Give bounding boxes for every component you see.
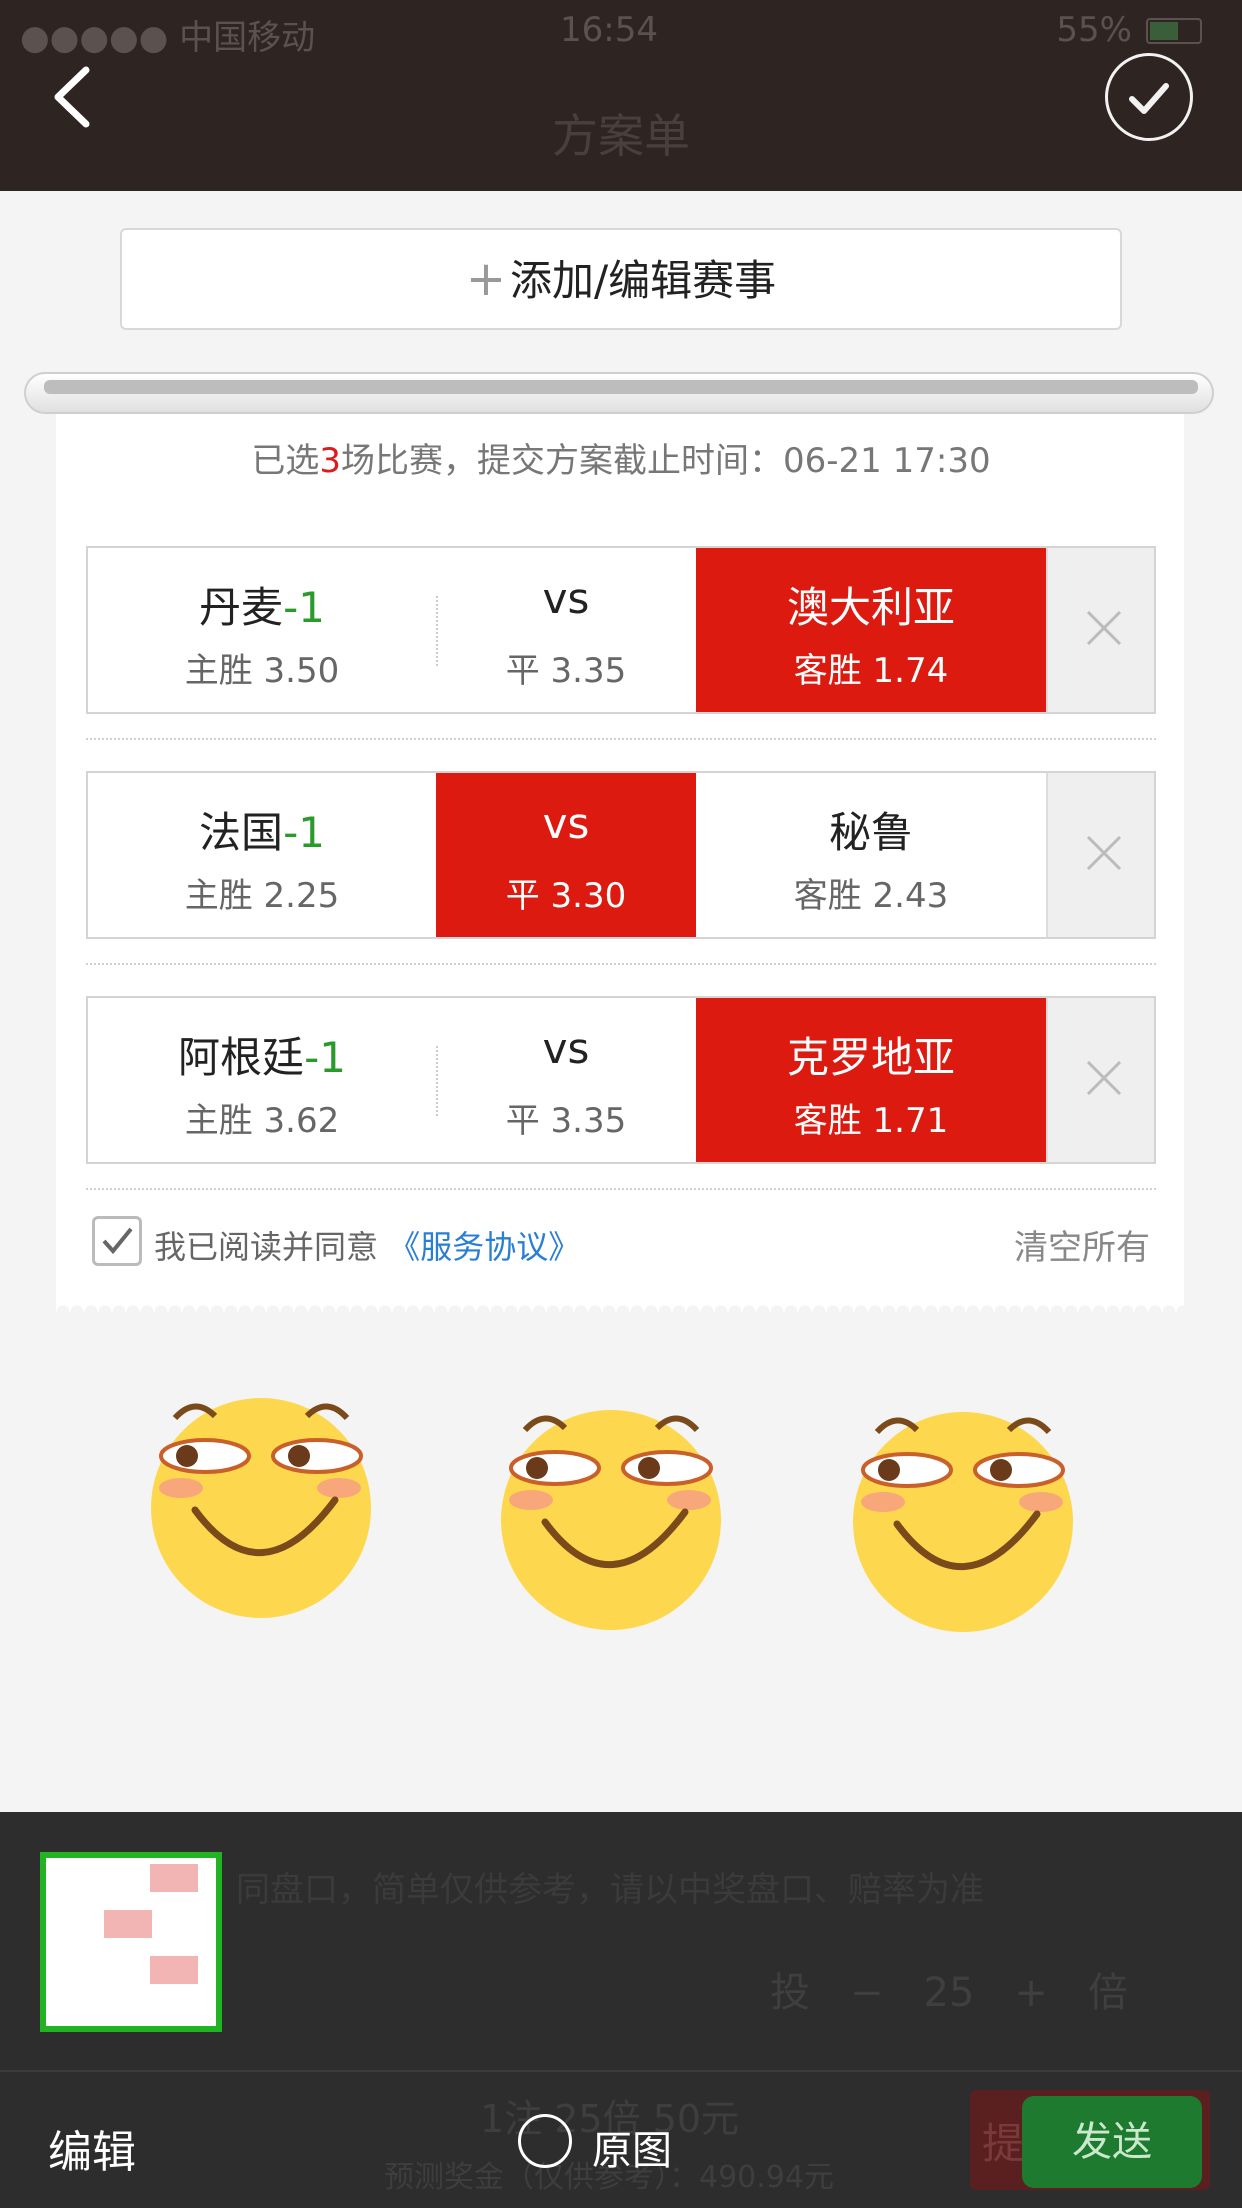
multiplier-value: 25 — [923, 1970, 975, 2016]
thumb-row — [54, 1956, 208, 1990]
draw-odds: 平 3.35 — [505, 1101, 627, 1141]
away-odds: 客胜 2.43 — [793, 876, 949, 916]
away-odds: 客胜 1.71 — [793, 1101, 949, 1141]
selected-image-thumbnail[interactable] — [40, 1852, 222, 2032]
add-edit-match-label: 添加/编辑赛事 — [510, 256, 777, 305]
top-bar: ●●●●● 中国移动 16:54 55% 方案单 — [0, 0, 1242, 191]
vs-label: vs — [542, 799, 590, 848]
stepper-prefix: 投 — [770, 1970, 810, 2016]
ticket-roller-slot — [44, 380, 1198, 394]
plus-icon: + — [1014, 1970, 1048, 2016]
original-image-label[interactable]: 原图 — [592, 2118, 672, 2176]
close-icon — [1086, 610, 1122, 646]
handicap: -1 — [283, 583, 325, 632]
draw-odds: 平 3.30 — [505, 876, 627, 916]
remove-match-button[interactable] — [1046, 773, 1154, 937]
remove-match-button[interactable] — [1046, 548, 1154, 712]
away-odds: 客胜 1.74 — [793, 651, 949, 691]
draw-option[interactable]: vs 平 3.35 — [436, 548, 696, 712]
battery-icon — [1146, 18, 1202, 44]
smirk-emoji-icon — [151, 1398, 371, 1618]
chevron-left-icon — [54, 66, 90, 128]
dimmed-submit-label: 提 — [982, 2119, 1025, 2168]
close-icon — [1086, 835, 1122, 871]
edit-button[interactable]: 编辑 — [48, 2116, 136, 2180]
back-button[interactable] — [46, 62, 106, 132]
close-icon — [1086, 1060, 1122, 1096]
plus-icon: + — [465, 251, 507, 307]
summary-prefix: 已选 — [251, 441, 320, 481]
row-separator — [86, 738, 1156, 740]
agreement-text: 我已阅读并同意 《服务协议》 — [154, 1222, 580, 1268]
status-time: 16:54 — [560, 10, 658, 50]
home-win-option[interactable]: 丹麦-1 主胜 3.50 — [88, 548, 436, 712]
minus-icon: − — [850, 1970, 884, 2016]
match-row: 法国-1 主胜 2.25 vs 平 3.30 秘鲁 客胜 2.43 — [86, 771, 1156, 939]
smirk-emoji-icon — [853, 1412, 1073, 1632]
away-team: 澳大利亚 — [786, 583, 955, 632]
home-team: 法国 — [199, 808, 284, 857]
away-win-option[interactable]: 秘鲁 客胜 2.43 — [696, 773, 1046, 937]
confirm-button[interactable] — [1105, 53, 1193, 141]
home-win-option[interactable]: 阿根廷-1 主胜 3.62 — [88, 998, 436, 1162]
draw-option[interactable]: vs 平 3.30 — [436, 773, 696, 937]
away-win-option[interactable]: 克罗地亚 客胜 1.71 — [696, 998, 1046, 1162]
home-team: 阿根廷 — [178, 1033, 305, 1082]
home-team: 丹麦 — [199, 583, 284, 632]
home-win-option[interactable]: 法国-1 主胜 2.25 — [88, 773, 436, 937]
send-button[interactable]: 发送 — [1022, 2096, 1202, 2188]
carrier-label: ●●●●● 中国移动 — [20, 18, 316, 58]
add-edit-match-button[interactable]: +添加/编辑赛事 — [120, 228, 1122, 330]
stepper-suffix: 倍 — [1087, 1970, 1128, 2016]
battery-percent: 55% — [1056, 10, 1132, 50]
vs-label: vs — [542, 1024, 590, 1073]
match-row: 阿根廷-1 主胜 3.62 vs 平 3.35 克罗地亚 客胜 1.71 — [86, 996, 1156, 1164]
check-icon — [1129, 83, 1169, 114]
match-row: 丹麦-1 主胜 3.50 vs 平 3.35 澳大利亚 客胜 1.74 — [86, 546, 1156, 714]
status-bar: ●●●●● 中国移动 16:54 55% — [0, 0, 1242, 60]
thumb-row — [54, 1864, 208, 1898]
check-icon — [102, 1227, 133, 1255]
agreement-label: 我已阅读并同意 — [154, 1228, 379, 1266]
handicap: -1 — [304, 1033, 346, 1082]
away-team: 克罗地亚 — [786, 1033, 955, 1082]
away-team: 秘鲁 — [828, 808, 913, 857]
ticket-zigzag-edge — [56, 1298, 1184, 1312]
thumb-row — [54, 1910, 208, 1944]
service-agreement-link[interactable]: 《服务协议》 — [388, 1228, 580, 1266]
home-odds: 主胜 3.62 — [184, 1101, 340, 1141]
row-separator — [86, 1188, 1156, 1190]
original-image-radio[interactable] — [518, 2114, 572, 2168]
home-odds: 主胜 3.50 — [184, 651, 340, 691]
clear-all-button[interactable]: 清空所有 — [1014, 1220, 1150, 1269]
agreement-checkbox[interactable] — [92, 1216, 142, 1266]
home-odds: 主胜 2.25 — [184, 876, 340, 916]
remove-match-button[interactable] — [1046, 998, 1154, 1162]
draw-option[interactable]: vs 平 3.35 — [436, 998, 696, 1162]
page-title: 方案单 — [552, 109, 690, 163]
vs-label: vs — [542, 574, 590, 623]
draw-odds: 平 3.35 — [505, 651, 627, 691]
handicap: -1 — [283, 808, 325, 857]
panel-divider — [0, 2070, 1242, 2072]
dimmed-note: 同盘口，简单仅供参考，请以中奖盘口、赔率为准 — [236, 1870, 984, 1910]
summary-suffix: 场比赛，提交方案截止时间：06-21 17:30 — [341, 441, 991, 481]
summary-count: 3 — [319, 441, 342, 481]
dimmed-multiplier-stepper: 投 −25 + 倍 — [770, 1960, 1168, 2018]
selection-summary: 已选3场比赛，提交方案截止时间：06-21 17:30 — [0, 433, 1242, 482]
row-separator — [86, 963, 1156, 965]
away-win-option[interactable]: 澳大利亚 客胜 1.74 — [696, 548, 1046, 712]
smirk-emoji-icon — [501, 1410, 721, 1630]
